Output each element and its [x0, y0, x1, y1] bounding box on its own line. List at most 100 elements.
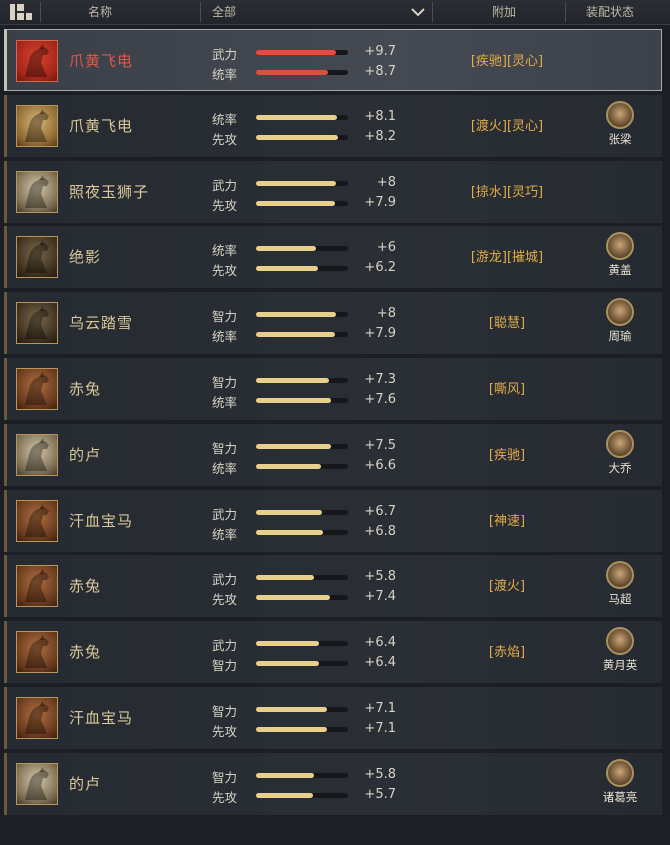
stat-line-2: 统率 +8.7: [212, 64, 402, 82]
stat-value: +8.2: [364, 128, 396, 144]
bonus-tags: [赤焰]: [488, 645, 526, 661]
horse-name: 的卢: [69, 774, 102, 793]
horse-portrait-brown: [16, 368, 58, 410]
bonus-tags: [疾驰][灵心]: [470, 54, 544, 69]
stat-label: 智力: [212, 769, 238, 785]
stat-label: 先攻: [212, 197, 238, 213]
stat-label: 统率: [212, 67, 238, 82]
equipped-general[interactable]: 大乔: [595, 429, 645, 476]
horse-name: 赤兔: [69, 577, 102, 596]
horse-row[interactable]: 绝影 统率 +6 先攻 +6.2 [游龙][摧城] 黄盖: [4, 226, 662, 289]
horse-row[interactable]: 乌云踏雪 智力 +8 统率 +7.9 [聪慧] 周瑜: [4, 292, 662, 355]
stat-line-2: 先攻 +7.4: [212, 589, 402, 607]
general-avatar: [606, 232, 634, 261]
stat-label: 武力: [212, 177, 238, 193]
horse-name: 汗血宝马: [69, 511, 134, 530]
stat-label: 先攻: [212, 592, 238, 608]
stat-bar: [256, 398, 348, 403]
stat-label: 统率: [212, 243, 238, 259]
chevron-down-icon[interactable]: [409, 3, 427, 21]
column-header-equip-status: 装配状态: [586, 5, 635, 19]
equipped-general[interactable]: 周瑜: [595, 298, 645, 344]
stat-line-2: 统率 +6.6: [212, 458, 402, 476]
grid-view-icon[interactable]: [10, 4, 32, 20]
general-avatar: [606, 561, 634, 590]
horse-row[interactable]: 的卢 智力 +7.5 统率 +6.6 [疾驰] 大乔: [4, 423, 662, 486]
stat-label: 统率: [212, 395, 238, 410]
horse-row[interactable]: 赤兔 武力 +5.8 先攻 +7.4 [渡火] 马超: [4, 555, 662, 618]
stat-value: +8: [376, 174, 396, 190]
equipped-general[interactable]: 黄月英: [595, 627, 645, 673]
horse-portrait-white: [16, 170, 58, 213]
horse-name: 照夜玉狮子: [69, 182, 150, 201]
stat-bar: [256, 200, 348, 206]
horse-row[interactable]: 爪黄飞电 统率 +8.1 先攻 +8.2 [渡火][灵心] 张梁: [4, 94, 662, 157]
stat-bar: [256, 661, 348, 667]
equipped-general[interactable]: 黄盖: [595, 232, 645, 278]
general-name: 黄月英: [602, 658, 638, 673]
stat-line-2: 统率 +7.6: [212, 392, 402, 410]
horse-row[interactable]: 赤兔 武力 +6.4 智力 +6.4 [赤焰] 黄月英: [4, 621, 662, 684]
stat-line-1: 统率 +8.1: [212, 109, 402, 127]
stat-bar: [256, 727, 348, 732]
stat-bar: [256, 312, 348, 318]
stat-line-1: 智力 +7.5: [212, 438, 402, 456]
filter-dropdown-label[interactable]: 全部: [212, 0, 236, 24]
stat-line-1: 武力 +6.7: [212, 504, 402, 522]
horse-row[interactable]: 照夜玉狮子 武力 +8 先攻 +7.9 [掠水][灵巧]: [4, 160, 662, 223]
stat-value: +9.7: [364, 44, 396, 59]
general-avatar: [606, 429, 634, 458]
horse-row[interactable]: 的卢 智力 +5.8 先攻 +5.7 诸葛亮: [4, 752, 662, 815]
general-name: 黄盖: [608, 263, 632, 278]
stat-value: +7.1: [364, 721, 396, 736]
horse-row[interactable]: 爪黄飞电 武力 +9.7 统率 +8.7 [疾驰][灵心]: [4, 29, 662, 91]
stat-line-1: 武力 +9.7: [212, 44, 402, 62]
stat-label: 先攻: [212, 789, 238, 805]
header-divider: [432, 2, 433, 22]
stat-line-2: 先攻 +7.9: [212, 195, 402, 213]
horse-row[interactable]: 汗血宝马 武力 +6.7 统率 +6.8 [神速]: [4, 489, 662, 552]
bonus-tags: [神速]: [488, 513, 526, 529]
equipped-general[interactable]: 张梁: [595, 100, 645, 147]
stat-label: 统率: [212, 526, 238, 542]
stat-line-1: 智力 +5.8: [212, 767, 402, 785]
stat-label: 智力: [212, 440, 238, 456]
horse-portrait-brown: [16, 697, 58, 739]
bonus-tags: [聪慧]: [488, 316, 526, 332]
stat-line-1: 统率 +6: [212, 240, 402, 258]
stat-bar: [256, 134, 348, 140]
horse-name: 的卢: [69, 445, 102, 464]
stat-value: +7.6: [364, 392, 396, 407]
equipped-general[interactable]: 马超: [595, 561, 645, 607]
stat-label: 统率: [212, 329, 238, 345]
horse-row[interactable]: 汗血宝马 智力 +7.1 先攻 +7.1: [4, 687, 662, 749]
stat-value: +8.1: [364, 108, 396, 124]
horse-name: 绝影: [69, 248, 102, 267]
general-avatar: [606, 298, 634, 327]
stat-line-1: 武力 +8: [212, 175, 402, 193]
horse-name: 赤兔: [69, 380, 102, 398]
stat-value: +7.1: [364, 701, 396, 716]
stat-value: +7.9: [364, 326, 396, 342]
general-name: 周瑜: [608, 329, 632, 344]
stat-bar: [256, 246, 348, 252]
column-header-name[interactable]: 名称: [88, 0, 112, 24]
horse-portrait-brown: [16, 631, 58, 674]
horse-name: 汗血宝马: [69, 709, 134, 727]
stat-bar: [256, 50, 348, 55]
stat-bar: [256, 332, 348, 338]
general-name: 诸葛亮: [602, 789, 638, 804]
horse-portrait-dark: [16, 302, 58, 345]
horse-portrait-white: [16, 762, 58, 805]
stat-value: +8: [376, 306, 396, 322]
stat-label: 先攻: [212, 724, 238, 739]
footer-bar: [0, 817, 670, 845]
stat-bar: [256, 529, 348, 535]
horse-row[interactable]: 赤兔 智力 +7.3 统率 +7.6 [嘶风]: [4, 358, 662, 420]
equipped-general[interactable]: 诸葛亮: [595, 758, 645, 805]
column-header-bonus: 附加: [492, 5, 517, 19]
stat-label: 先攻: [212, 263, 238, 279]
stat-bar: [256, 266, 348, 272]
general-name: 马超: [608, 592, 632, 607]
stat-label: 武力: [212, 506, 238, 522]
